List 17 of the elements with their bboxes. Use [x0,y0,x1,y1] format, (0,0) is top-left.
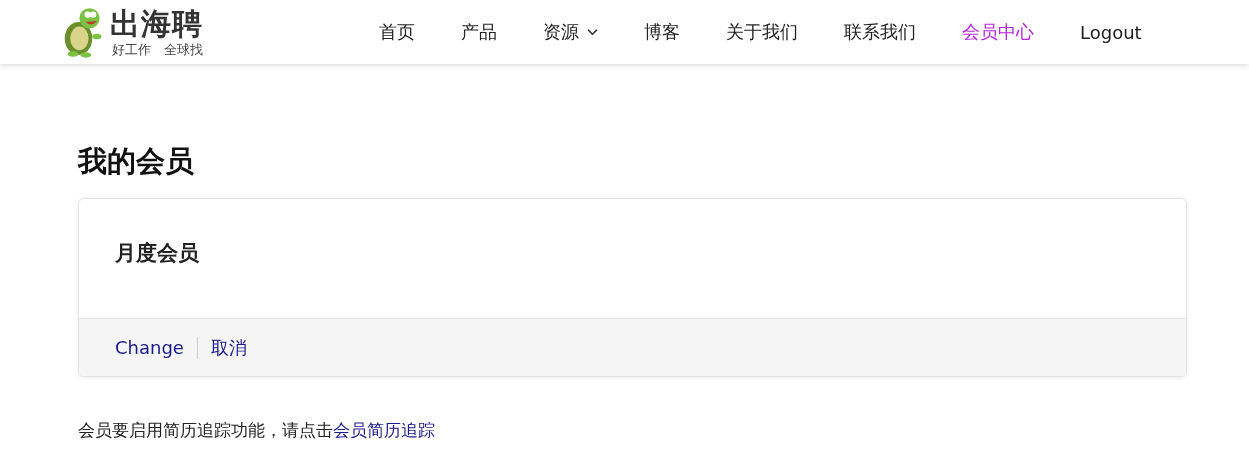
nav-link[interactable]: 联系我们 [821,20,939,44]
chevron-down-icon [587,28,598,36]
nav-link[interactable]: 首页 [356,20,438,44]
nav-link[interactable]: Logout [1057,21,1165,43]
plan-name: 月度会员 [115,241,199,265]
brand-tagline: 好工作 全球找 [111,42,203,56]
brand-name: 出海聘 [110,8,203,39]
nav-link[interactable]: 会员中心 [939,20,1057,44]
page-title: 我的会员 [78,143,195,180]
nav-link[interactable]: 博客 [621,20,703,44]
nav-link[interactable]: 关于我们 [703,20,821,44]
action-link[interactable]: 取消 [210,335,247,360]
action-link[interactable]: Change [115,337,184,358]
nav-link[interactable]: 资源 [520,20,621,44]
nav-link[interactable]: 产品 [438,20,520,44]
notice-text: 会员要启用简历追踪功能，请点击会员简历追踪 [78,419,436,442]
resume-tracking-link[interactable]: 会员简历追踪 [333,420,435,440]
